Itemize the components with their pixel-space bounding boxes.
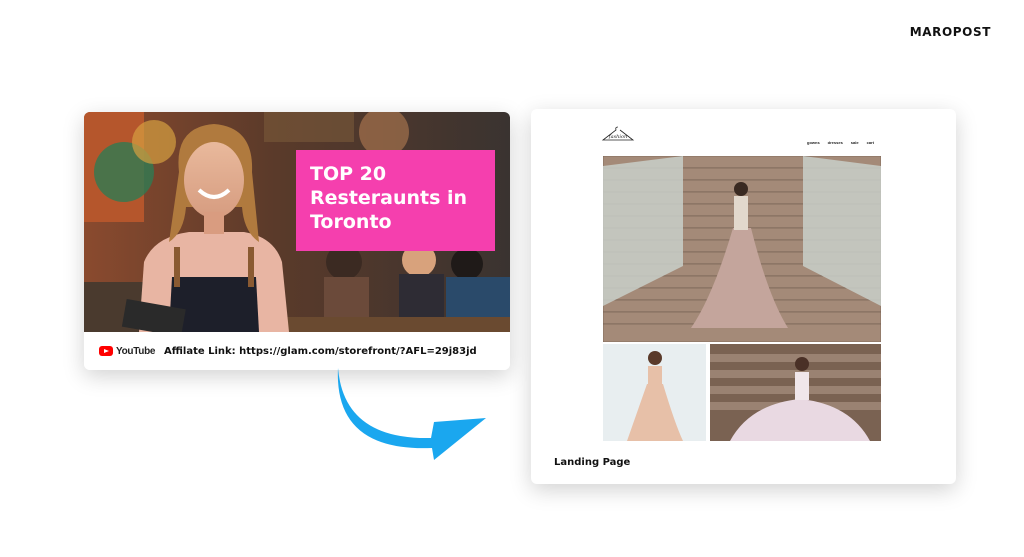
promo-line: Toronto [310,211,392,233]
dress-photo[interactable] [603,344,706,441]
video-card: TOP 20 Resteraunts in Toronto YouTube Af… [84,112,510,370]
nav-item-cart[interactable]: cart [867,140,874,145]
landing-page-label: Landing Page [554,457,631,468]
landing-page-card: fashion gowns dresses sale cart Landing … [531,109,956,484]
youtube-logo: YouTube [99,346,159,357]
promo-line: Resteraunts in [310,187,468,209]
nav-item-gowns[interactable]: gowns [807,140,820,145]
promo-line: TOP 20 [310,163,387,185]
nav-item-dresses[interactable]: dresses [828,140,843,145]
site-nav: gowns dresses sale cart [807,140,874,145]
fashion-logo-icon: fashion [601,126,635,141]
affiliate-link[interactable]: Affilate Link: https://glam.com/storefro… [164,346,477,357]
hero-photo[interactable] [603,156,881,342]
promo-banner: TOP 20 Resteraunts in Toronto [296,150,495,251]
logo-text: fashion [608,134,627,140]
nav-item-sale[interactable]: sale [851,140,859,145]
youtube-wordmark: YouTube [116,345,156,357]
curved-arrow-icon [337,368,486,460]
youtube-icon [99,346,113,356]
gown-photo[interactable] [710,344,881,441]
maropost-logo: MAROPOST [909,25,991,39]
